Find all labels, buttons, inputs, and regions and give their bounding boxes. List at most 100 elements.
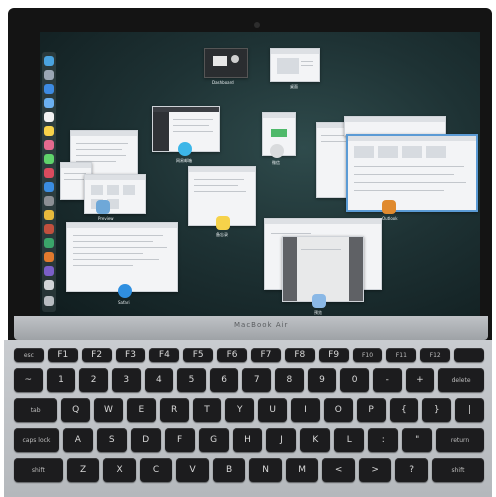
finder-icon[interactable] (44, 56, 54, 66)
key[interactable]: D (130, 428, 161, 452)
key[interactable]: T (192, 398, 222, 422)
key[interactable]: shift (431, 458, 484, 482)
key[interactable]: F5 (183, 348, 214, 362)
app-icon[interactable] (44, 252, 54, 262)
key[interactable]: delete (438, 368, 484, 392)
key[interactable]: W (94, 398, 123, 422)
key[interactable]: 8 (275, 368, 304, 392)
key[interactable]: shift (14, 458, 63, 482)
calendar-icon[interactable] (44, 112, 54, 122)
key[interactable]: 4 (144, 368, 174, 392)
key[interactable]: L (334, 428, 365, 452)
key[interactable]: 5 (177, 368, 206, 392)
window-thumbnail[interactable] (84, 174, 146, 214)
window-thumbnail[interactable] (66, 222, 178, 292)
key[interactable]: " (402, 428, 433, 452)
key[interactable]: F6 (217, 348, 247, 362)
key[interactable]: F10 (352, 348, 383, 362)
chrome-icon[interactable] (44, 210, 54, 220)
key[interactable]: > (358, 458, 392, 482)
key[interactable]: } (422, 398, 452, 422)
key[interactable]: F7 (251, 348, 281, 362)
key[interactable]: 0 (340, 368, 369, 392)
key[interactable]: 6 (209, 368, 239, 392)
key[interactable]: F12 (420, 348, 451, 362)
key[interactable]: J (266, 428, 297, 452)
key[interactable]: 9 (307, 368, 337, 392)
key-label: V (189, 465, 196, 475)
key[interactable]: F8 (284, 348, 315, 362)
key[interactable]: 2 (79, 368, 108, 392)
key-label: caps lock (22, 436, 51, 444)
key[interactable]: ~ (14, 368, 43, 392)
key[interactable]: tab (14, 398, 58, 422)
key[interactable]: { (389, 398, 419, 422)
key[interactable]: | (455, 398, 484, 422)
key-label: L (346, 435, 352, 445)
key[interactable]: R (159, 398, 189, 422)
messages-icon[interactable] (44, 154, 54, 164)
key[interactable]: F2 (81, 348, 112, 362)
key[interactable]: X (103, 458, 136, 482)
key[interactable]: 3 (111, 368, 141, 392)
launchpad-icon[interactable] (44, 70, 54, 80)
key[interactable]: U (258, 398, 288, 422)
key[interactable]: - (372, 368, 402, 392)
space-dashboard-thumbnail[interactable] (204, 48, 248, 78)
laptop-chin: MacBook Air (14, 316, 488, 340)
music-icon[interactable] (44, 168, 54, 178)
space-desktop-thumbnail[interactable] (270, 48, 320, 82)
key[interactable]: : (368, 428, 399, 452)
key[interactable]: G (198, 428, 229, 452)
key[interactable]: F1 (47, 348, 78, 362)
key[interactable]: ? (395, 458, 428, 482)
key[interactable]: F3 (115, 348, 146, 362)
key[interactable]: F (164, 428, 195, 452)
key[interactable]: O (323, 398, 353, 422)
app-icon[interactable] (44, 238, 54, 248)
notes-icon[interactable] (44, 126, 54, 136)
key-label: Q (72, 405, 80, 415)
key[interactable]: B (212, 458, 246, 482)
mail-icon[interactable] (44, 98, 54, 108)
key[interactable]: A (62, 428, 93, 452)
key[interactable]: + (405, 368, 435, 392)
key[interactable]: F9 (318, 348, 349, 362)
key[interactable]: H (232, 428, 263, 452)
app-icon[interactable] (44, 224, 54, 234)
key[interactable]: return (436, 428, 484, 452)
key[interactable]: Z (66, 458, 100, 482)
key[interactable]: I (291, 398, 320, 422)
selected-window-thumbnail[interactable] (346, 134, 478, 212)
key[interactable]: S (96, 428, 127, 452)
appstore-icon[interactable] (44, 182, 54, 192)
key[interactable]: caps lock (14, 428, 59, 452)
key[interactable]: Q (61, 398, 91, 422)
key[interactable]: V (176, 458, 209, 482)
trash-icon[interactable] (44, 296, 54, 306)
key[interactable]: < (322, 458, 355, 482)
key[interactable]: 7 (242, 368, 272, 392)
window-thumbnail[interactable] (344, 116, 446, 136)
key[interactable]: K (300, 428, 331, 452)
settings-icon[interactable] (44, 196, 54, 206)
key[interactable]: M (285, 458, 319, 482)
key[interactable]: P (356, 398, 386, 422)
key[interactable]: 1 (46, 368, 76, 392)
key-label: G (210, 435, 218, 445)
window-label: Preview (98, 216, 114, 221)
app-icon[interactable] (44, 266, 54, 276)
key[interactable]: F4 (149, 348, 180, 362)
safari-icon[interactable] (44, 84, 54, 94)
key[interactable]: N (249, 458, 282, 482)
key[interactable]: esc (14, 348, 44, 362)
key[interactable]: E (126, 398, 156, 422)
window-thumbnail[interactable] (282, 236, 364, 302)
key-label: I (304, 405, 307, 415)
app-icon[interactable] (44, 280, 54, 290)
key[interactable]: Y (225, 398, 255, 422)
key[interactable] (454, 348, 484, 362)
key[interactable]: C (139, 458, 173, 482)
photos-icon[interactable] (44, 140, 54, 150)
key[interactable]: F11 (386, 348, 417, 362)
